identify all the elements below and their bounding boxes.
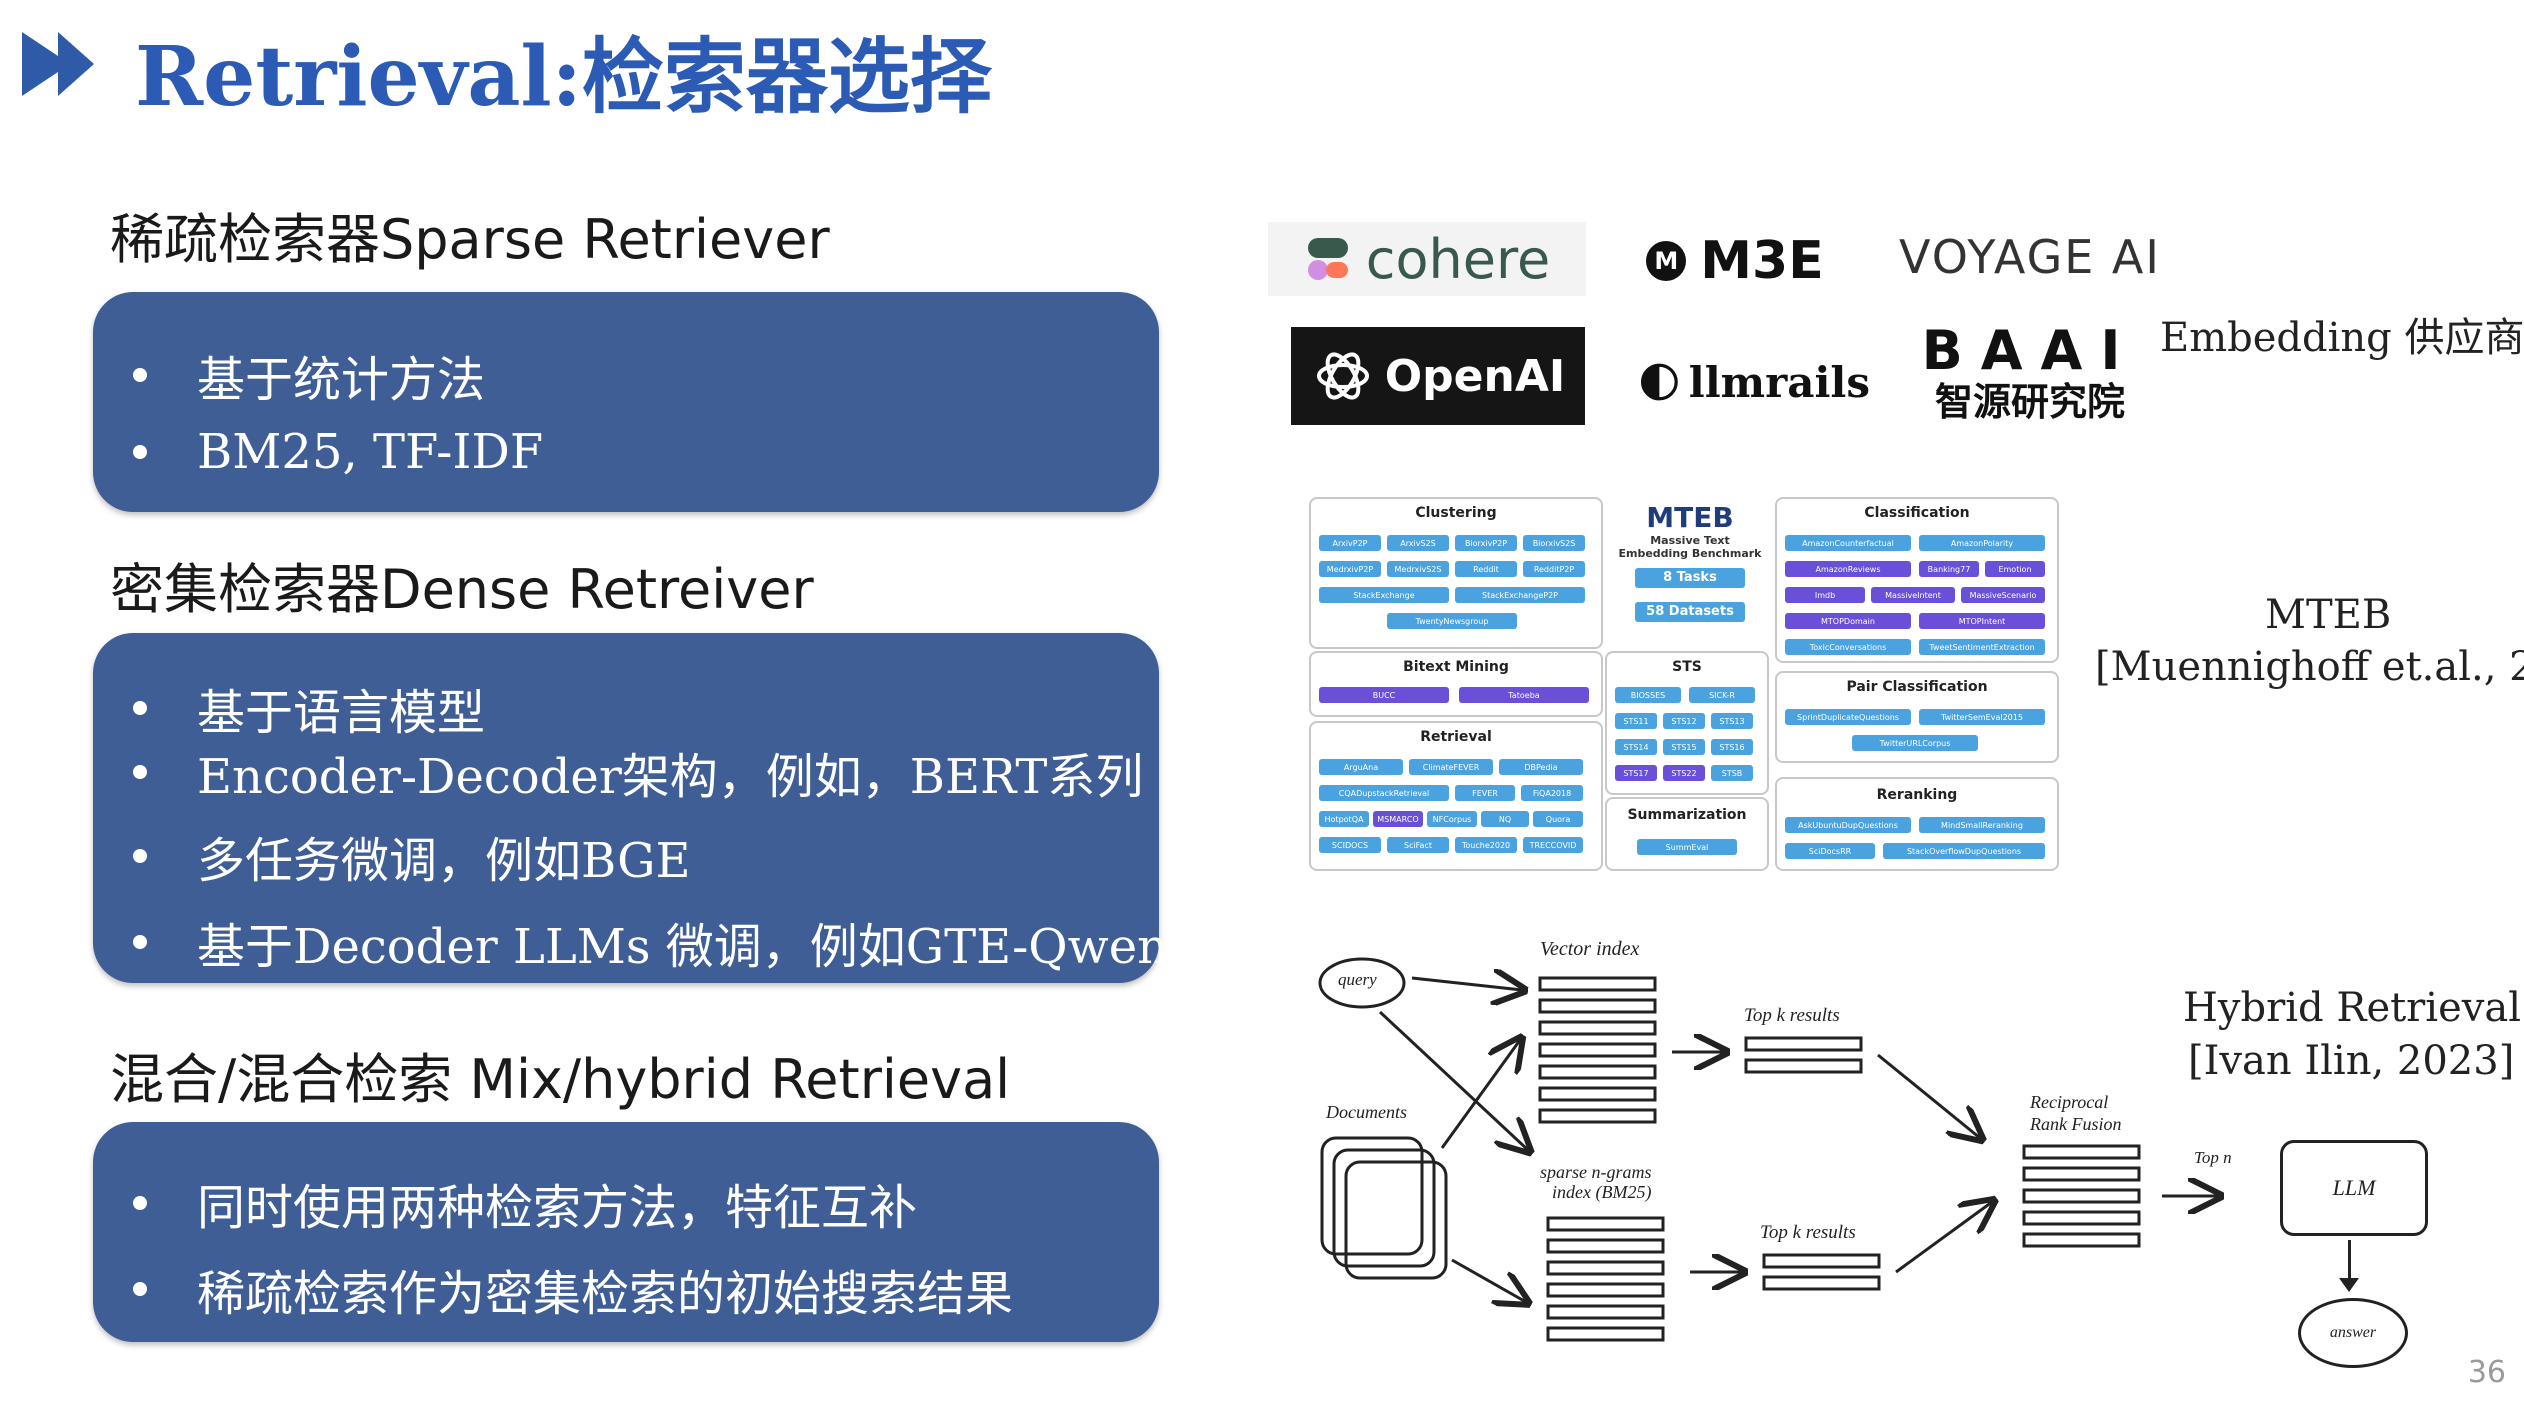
sparse-index-label-1: sparse n-grams xyxy=(1540,1162,1652,1182)
hybrid-heading: 混合/混合检索 Mix/hybrid Retrieval xyxy=(110,1048,1011,1111)
cohere-icon xyxy=(1307,238,1348,280)
mteb-sts: STS BIOSSES SICK-R STS11 STS12 STS13 STS… xyxy=(1605,651,1769,795)
bullet-dot-icon xyxy=(133,765,147,779)
llmrails-icon xyxy=(1640,363,1678,401)
query-label: query xyxy=(1338,970,1377,989)
hybrid-bullet-1: 同时使用两种检索方法，特征互补 xyxy=(133,1168,917,1238)
bullet-dot-icon xyxy=(133,701,147,715)
dense-bullet-3: 多任务微调，例如BGE xyxy=(133,821,691,891)
embedding-caption: Embedding 供应商 xyxy=(2160,315,2524,361)
mteb-center: MTEB Massive Text Embedding Benchmark 8 … xyxy=(1605,493,1775,643)
topn-label: Top n xyxy=(2194,1148,2232,1167)
page-title: Retrieval:检索器选择 xyxy=(135,29,992,125)
mteb-bitext: Bitext Mining BUCC Tatoeba xyxy=(1309,651,1603,717)
m3e-logo: M M3E xyxy=(1640,226,1830,296)
dense-panel: 基于语言模型 Encoder-Decoder架构，例如，BERT系列 多任务微调… xyxy=(93,633,1168,983)
vector-index-label: Vector index xyxy=(1540,938,1640,960)
bullet-dot-icon xyxy=(133,445,147,459)
hybrid-panel: 同时使用两种检索方法，特征互补 稀疏检索作为密集检索的初始搜索结果 xyxy=(93,1122,1159,1342)
dense-bullet-4: 基于Decoder LLMs 微调，例如GTE-Qwen xyxy=(133,907,1168,977)
llmrails-logo: llmrails xyxy=(1640,345,1870,419)
page-number: 36 xyxy=(2467,1355,2506,1390)
documents-label: Documents xyxy=(1326,1102,1407,1122)
bullet-dot-icon xyxy=(133,1282,147,1296)
mteb-retrieval: Retrieval ArguAna ClimateFEVER DBPedia C… xyxy=(1309,721,1603,871)
openai-icon xyxy=(1316,352,1369,400)
title-arrow-icon-2 xyxy=(58,32,94,96)
llm-answer-arrowhead-icon xyxy=(2339,1278,2359,1292)
bullet-dot-icon xyxy=(133,849,147,863)
cohere-logo: cohere xyxy=(1268,222,1586,296)
rrf-label-1: Reciprocal xyxy=(2030,1092,2109,1112)
hybrid-caption-2: [Ivan Ilin, 2023] xyxy=(2188,1038,2515,1084)
rrf-label-2: Rank Fusion xyxy=(2030,1114,2122,1134)
dense-bullet-2: Encoder-Decoder架构，例如，BERT系列 xyxy=(133,737,1143,807)
hybrid-diagram xyxy=(1318,957,2240,1342)
answer-node: answer xyxy=(2298,1298,2408,1368)
sparse-heading: 稀疏检索器Sparse Retriever xyxy=(110,208,830,271)
baai-logo: BAAI 智源研究院 xyxy=(1921,319,2139,425)
hybrid-caption-1: Hybrid Retrieval xyxy=(2183,985,2522,1031)
mteb-caption-1: MTEB xyxy=(2265,592,2392,638)
dense-heading: 密集检索器Dense Retreiver xyxy=(110,558,814,621)
mteb-pair: Pair Classification SprintDuplicateQuest… xyxy=(1775,671,2059,763)
bullet-dot-icon xyxy=(133,368,147,382)
mteb-reranking: Reranking AskUbuntuDupQuestions MindSmal… xyxy=(1775,777,2059,871)
mteb-diagram: Clustering ArxivP2P ArxivS2S BiorxivP2P … xyxy=(1305,493,2060,873)
mteb-caption-2: [Muennighoff et.al., 2023] xyxy=(2095,644,2524,690)
topk-label-b: Top k results xyxy=(1760,1222,1856,1243)
llm-answer-arrow xyxy=(2348,1240,2351,1282)
llm-node: LLM xyxy=(2280,1140,2428,1236)
openai-logo: OpenAI xyxy=(1291,327,1585,425)
mteb-summarization: Summarization SummEval xyxy=(1605,797,1769,871)
m3e-badge-icon: M xyxy=(1646,241,1687,281)
mteb-classification: Classification AmazonCounterfactual Amaz… xyxy=(1775,497,2059,663)
topk-label-a: Top k results xyxy=(1744,1005,1840,1026)
dense-bullet-1: 基于语言模型 xyxy=(133,673,485,743)
sparse-bullet-1: 基于统计方法 xyxy=(133,340,485,410)
hybrid-bullet-2: 稀疏检索作为密集检索的初始搜索结果 xyxy=(133,1254,1013,1324)
voyage-logo: VOYAGE AI xyxy=(1899,230,2161,284)
sparse-bullet-2: BM25, TF-IDF xyxy=(133,424,543,480)
mteb-clustering: Clustering ArxivP2P ArxivS2S BiorxivP2P … xyxy=(1309,497,1603,649)
sparse-panel: 基于统计方法 BM25, TF-IDF xyxy=(93,292,1159,512)
bullet-dot-icon xyxy=(133,1196,147,1210)
sparse-index-label-2: index (BM25) xyxy=(1552,1182,1652,1202)
bullet-dot-icon xyxy=(133,935,147,949)
